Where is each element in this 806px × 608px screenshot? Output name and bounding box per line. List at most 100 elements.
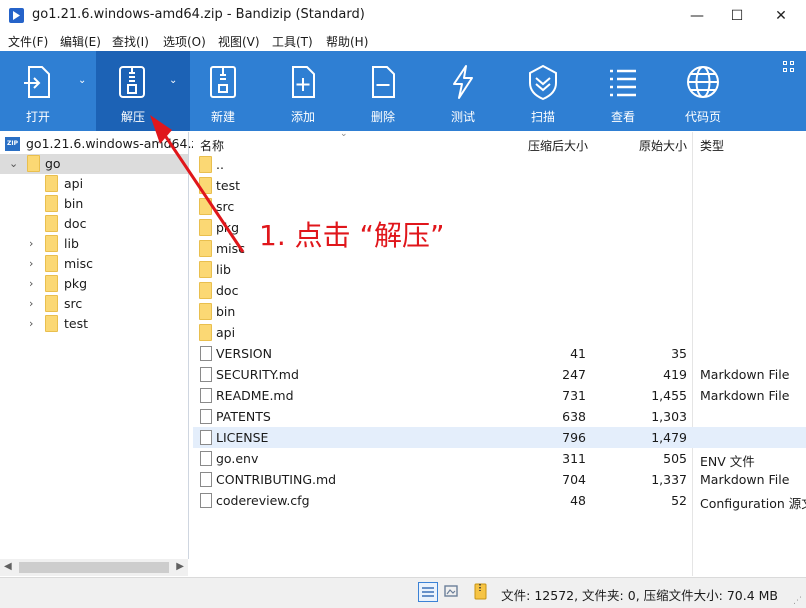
file-row[interactable]: PATENTS 638 1,303 xyxy=(193,406,806,427)
lightning-icon xyxy=(453,65,473,99)
file-name: api xyxy=(216,325,236,340)
menu-view[interactable]: 视图(V) xyxy=(218,33,260,50)
compressed-size: 247 xyxy=(562,367,586,382)
add-button[interactable]: 添加 xyxy=(270,51,336,131)
tree-item-src[interactable]: › src xyxy=(0,294,188,314)
menu-file[interactable]: 文件(F) xyxy=(8,33,48,50)
compressed-size: 704 xyxy=(562,472,586,487)
tree-item-doc[interactable]: doc xyxy=(0,214,188,234)
file-row[interactable]: SECURITY.md 247 419 Markdown File xyxy=(193,364,806,385)
scroll-left-icon[interactable]: ◀ xyxy=(4,561,12,572)
resize-grip-icon[interactable]: ⋰ xyxy=(793,596,802,606)
folder-row[interactable]: bin xyxy=(193,301,806,322)
folder-row[interactable]: doc xyxy=(193,280,806,301)
test-label: 测试 xyxy=(450,110,475,124)
original-size: 35 xyxy=(671,346,687,361)
maximize-button[interactable]: ☐ xyxy=(722,6,752,26)
chevron-right-icon[interactable]: › xyxy=(29,297,33,310)
scroll-right-icon[interactable]: ▶ xyxy=(176,561,184,572)
tree-item-test[interactable]: › test xyxy=(0,314,188,334)
chevron-down-icon[interactable]: ⌄ xyxy=(9,157,18,170)
scan-button[interactable]: 扫描 xyxy=(510,51,576,131)
file-type: ENV 文件 xyxy=(700,454,755,469)
file-row[interactable]: README.md 731 1,455 Markdown File xyxy=(193,385,806,406)
menu-options[interactable]: 选项(O) xyxy=(163,33,206,50)
new-label: 新建 xyxy=(210,110,235,124)
close-button[interactable]: ✕ xyxy=(766,6,796,26)
folder-icon xyxy=(199,156,212,173)
delete-button[interactable]: 删除 xyxy=(350,51,416,131)
column-header-original[interactable]: 原始大小 xyxy=(639,137,687,154)
archive-info-button[interactable] xyxy=(471,582,491,602)
thumbnail-view-icon xyxy=(444,585,458,597)
annotation-callout: 1. 点击 “解压” xyxy=(259,219,445,252)
open-button[interactable]: 打开 xyxy=(0,51,76,131)
test-button[interactable]: 测试 xyxy=(430,51,496,131)
tree-item-label: go xyxy=(45,156,61,171)
original-size: 505 xyxy=(663,451,687,466)
codepage-button[interactable]: 代码页 xyxy=(670,51,736,131)
compressed-size: 48 xyxy=(570,493,586,508)
tree-item-go[interactable]: ⌄ go xyxy=(0,154,188,174)
tree-item-bin[interactable]: bin xyxy=(0,194,188,214)
file-type: Markdown File xyxy=(700,472,790,487)
original-size: 1,303 xyxy=(651,409,687,424)
chevron-right-icon[interactable]: › xyxy=(29,257,33,270)
file-name: misc xyxy=(216,241,246,256)
file-row[interactable]: CONTRIBUTING.md 704 1,337 Markdown File xyxy=(193,469,806,490)
view-button[interactable]: 查看 xyxy=(590,51,656,131)
sort-chevron-icon: ⌄ xyxy=(340,129,348,139)
tree-item-pkg[interactable]: › pkg xyxy=(0,274,188,294)
delete-file-icon xyxy=(372,66,395,98)
grid-icon[interactable] xyxy=(783,61,795,73)
tree-root-label: go1.21.6.windows-amd64.zi xyxy=(26,136,202,151)
tree-item-label: pkg xyxy=(64,276,88,291)
folder-icon xyxy=(45,235,58,252)
add-label: 添加 xyxy=(290,110,315,124)
folder-icon xyxy=(199,198,212,215)
column-header-compressed[interactable]: 压缩后大小 xyxy=(528,137,588,154)
file-name: CONTRIBUTING.md xyxy=(216,472,337,487)
file-name: go.env xyxy=(216,451,259,466)
details-view-toggle[interactable] xyxy=(418,582,438,602)
folder-row[interactable]: lib xyxy=(193,259,806,280)
chevron-right-icon[interactable]: › xyxy=(29,237,33,250)
extract-button[interactable]: ⌄ 解压 xyxy=(96,51,190,131)
new-button[interactable]: 新建 xyxy=(190,51,256,131)
column-header-type[interactable]: 类型 xyxy=(700,137,724,154)
open-dropdown-chevron-icon[interactable]: ⌄ xyxy=(78,75,86,86)
folder-row[interactable]: api xyxy=(193,322,806,343)
file-row[interactable]: go.env 311 505 ENV 文件 xyxy=(193,448,806,469)
column-header-name[interactable]: 名称 xyxy=(200,137,224,154)
tree-item-api[interactable]: api xyxy=(0,174,188,194)
scrollbar-thumb[interactable] xyxy=(19,562,169,573)
file-name: src xyxy=(216,199,235,214)
tree-item-label: doc xyxy=(64,216,87,231)
file-row[interactable]: LICENSE 796 1,479 xyxy=(193,427,806,448)
chevron-right-icon[interactable]: › xyxy=(29,277,33,290)
add-file-icon xyxy=(292,66,315,98)
file-row[interactable]: VERSION 41 35 xyxy=(193,343,806,364)
folder-row[interactable]: .. xyxy=(193,154,806,175)
tree-root-archive[interactable]: ZIP go1.21.6.windows-amd64.zi xyxy=(0,134,201,154)
menu-help[interactable]: 帮助(H) xyxy=(326,33,368,50)
extract-dropdown-chevron-icon[interactable]: ⌄ xyxy=(169,75,177,86)
tree-horizontal-scrollbar[interactable]: ◀ ▶ xyxy=(0,559,188,576)
file-icon xyxy=(200,346,212,361)
file-type: Markdown File xyxy=(700,367,790,382)
folder-icon xyxy=(199,240,212,257)
folder-row[interactable]: test xyxy=(193,175,806,196)
menu-tools[interactable]: 工具(T) xyxy=(272,33,313,50)
thumbnail-view-toggle[interactable] xyxy=(442,582,462,602)
menu-edit[interactable]: 编辑(E) xyxy=(60,33,101,50)
file-name: codereview.cfg xyxy=(216,493,310,508)
original-size: 1,455 xyxy=(651,388,687,403)
tree-item-lib[interactable]: › lib xyxy=(0,234,188,254)
original-size: 1,479 xyxy=(651,430,687,445)
menu-find[interactable]: 查找(I) xyxy=(112,33,149,50)
file-row[interactable]: codereview.cfg 48 52 Configuration 源文 xyxy=(193,490,806,511)
window-title: go1.21.6.windows-amd64.zip - Bandizip (S… xyxy=(32,7,365,22)
minimize-button[interactable]: — xyxy=(682,6,712,26)
tree-item-misc[interactable]: › misc xyxy=(0,254,188,274)
chevron-right-icon[interactable]: › xyxy=(29,317,33,330)
